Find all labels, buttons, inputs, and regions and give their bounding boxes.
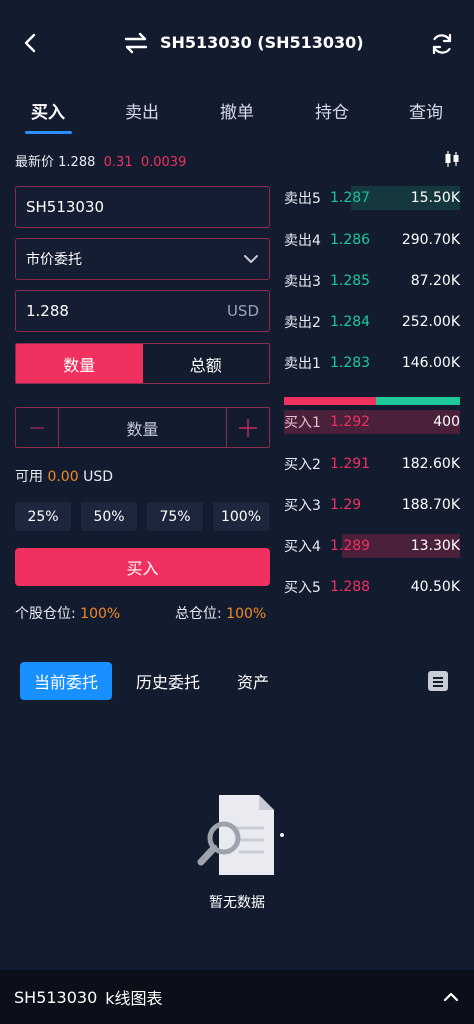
tab-buy[interactable]: 买入 [18,98,78,123]
bid-label: 买入4 [284,539,321,555]
ask-price: 1.286 [330,232,371,248]
candlestick-icon[interactable] [444,150,460,168]
ask-row-5[interactable]: 卖出5 1.287 15.50K [284,186,460,210]
ask-label: 卖出1 [284,356,321,372]
bid-volume: 188.70K [401,497,460,513]
buy-ratio-fill [284,397,376,405]
tab-current-orders[interactable]: 当前委托 [20,662,112,700]
ask-price: 1.284 [330,314,371,330]
stock-position: 个股仓位: 100% [15,603,120,623]
mode-quantity-button[interactable]: 数量 [16,344,143,383]
chevron-up-icon[interactable] [442,988,460,1006]
amount-mode-toggle: 数量 总额 [15,343,270,384]
percent-50-button[interactable]: 50% [81,502,137,531]
ask-volume: 87.20K [410,273,460,289]
bid-row-4[interactable]: 买入4 1.289 13.30K [284,534,460,558]
ask-price: 1.283 [330,355,371,371]
percent-100-button[interactable]: 100% [213,502,269,531]
price-change: 0.31 [103,155,133,170]
tab-order-history[interactable]: 历史委托 [126,662,210,700]
bid-volume: 40.50K [410,579,460,595]
chevron-down-icon [243,251,259,267]
increment-button[interactable] [227,408,269,447]
available-value: 0.00 [47,469,79,485]
symbol-value: SH513030 [26,198,105,216]
ask-volume: 252.00K [401,314,460,330]
tab-active-indicator [25,131,72,134]
chart-drawer-bar[interactable]: SH513030 k线图表 [0,970,474,1024]
ask-row-4[interactable]: 卖出4 1.286 290.70K [284,228,460,252]
price-change-pct: 0.0039 [140,155,187,170]
empty-search-icon [189,790,289,880]
mode-amount-button[interactable]: 总额 [143,344,270,383]
total-position-value: 100% [226,606,267,622]
chevron-left-icon[interactable] [20,32,42,54]
price-input[interactable]: 1.288 USD [15,290,270,332]
latest-price-value: 1.288 [58,155,96,170]
total-position: 总仓位: 100% [175,603,266,623]
ask-label: 卖出4 [284,233,321,249]
bid-label: 买入2 [284,457,321,473]
ask-label: 卖出3 [284,274,321,290]
bid-volume: 400 [433,414,460,430]
ask-row-3[interactable]: 卖出3 1.285 87.20K [284,269,460,293]
available-balance: 可用 0.00 USD [15,466,113,486]
minus-icon [30,426,44,429]
bid-row-5[interactable]: 买入5 1.288 40.50K [284,575,460,599]
bid-label: 买入3 [284,498,321,514]
ask-price: 1.285 [330,273,371,289]
ask-volume: 15.50K [410,190,460,206]
ask-label: 卖出2 [284,315,321,331]
stock-position-value: 100% [80,606,121,622]
bid-volume: 13.30K [410,538,460,554]
document-icon[interactable] [427,670,449,692]
page-title: SH513030 (SH513030) [160,33,364,52]
ask-volume: 146.00K [401,355,460,371]
latest-price-line: 最新价 1.288 0.31 0.0039 [15,151,186,170]
tab-sell[interactable]: 卖出 [112,98,172,123]
swap-icon[interactable] [124,32,148,54]
bid-row-3[interactable]: 买入3 1.29 188.70K [284,493,460,517]
bid-volume: 182.60K [401,456,460,472]
quantity-stepper: 数量 [15,407,270,448]
sell-ratio-fill [375,397,460,405]
bid-price: 1.288 [330,579,371,595]
quantity-input[interactable]: 数量 [58,408,227,447]
price-input-value: 1.288 [26,302,69,320]
footer-symbol: SH513030 [14,987,98,1007]
bid-row-2[interactable]: 买入2 1.291 182.60K [284,452,460,476]
symbol-field[interactable]: SH513030 [15,186,270,228]
tab-query[interactable]: 查询 [396,98,456,123]
order-type-value: 市价委托 [26,252,82,268]
refresh-icon[interactable] [430,32,454,56]
available-unit: USD [83,469,113,485]
empty-state-text: 暂无数据 [209,895,265,911]
price-unit: USD [226,302,259,320]
available-label: 可用 [15,469,43,485]
order-type-select[interactable]: 市价委托 [15,238,270,280]
bid-row-1[interactable]: 买入1 1.292 400 [284,410,460,434]
plus-icon [239,418,257,437]
tab-positions[interactable]: 持仓 [302,98,362,123]
ask-label: 卖出5 [284,191,321,207]
ask-volume: 290.70K [401,232,460,248]
total-position-label: 总仓位: [175,606,222,622]
buy-submit-button[interactable]: 买入 [15,548,270,586]
tab-assets[interactable]: 资产 [226,662,280,700]
ask-row-2[interactable]: 卖出2 1.284 252.00K [284,310,460,334]
buy-sell-ratio-bar [284,397,460,405]
bid-price: 1.29 [330,497,362,513]
bid-label: 买入5 [284,580,321,596]
percent-75-button[interactable]: 75% [147,502,203,531]
tab-cancel[interactable]: 撤单 [207,98,267,123]
bid-price: 1.291 [330,456,371,472]
latest-price-label: 最新价 [15,155,55,170]
ask-row-1[interactable]: 卖出1 1.283 146.00K [284,351,460,375]
footer-label: k线图表 [105,989,163,1008]
percent-25-button[interactable]: 25% [15,502,71,531]
stock-position-label: 个股仓位: [15,606,76,622]
decrement-button[interactable] [16,408,58,447]
